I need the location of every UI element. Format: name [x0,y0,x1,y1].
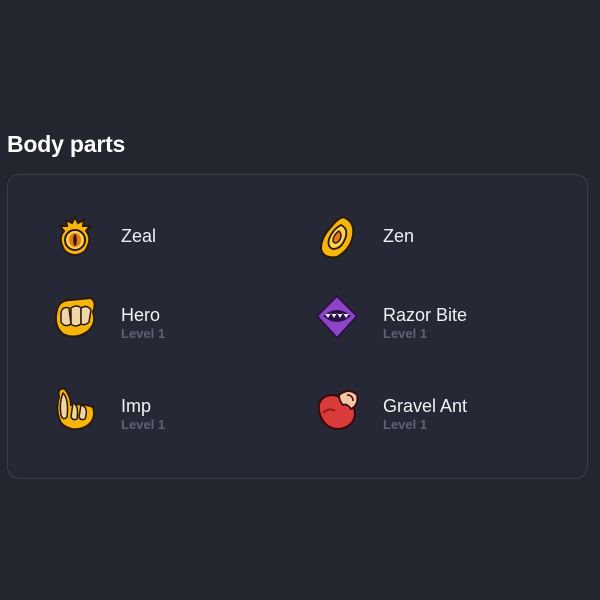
body-part-zeal[interactable]: Zeal [47,211,297,275]
body-part-name: Imp [121,396,152,416]
body-part-name: Gravel Ant [383,396,468,416]
fist-icon [47,290,103,346]
body-part-gravel-ant[interactable]: Gravel Ant Level 1 [309,381,559,445]
body-part-level: Level 1 [383,417,428,432]
claw-icon [309,381,365,437]
horns-icon [47,381,103,437]
body-part-level: Level 1 [121,417,166,432]
gem-eye-icon [309,211,365,267]
body-part-imp[interactable]: Imp Level 1 [47,381,297,445]
body-part-name: Zen [383,226,415,246]
body-part-level: Level 1 [383,326,428,341]
body-part-zen[interactable]: Zen [309,211,559,275]
body-part-name: Razor Bite [383,305,468,325]
body-part-level: Level 1 [121,326,166,341]
body-parts-card: Zeal Zen Hero Level 1 Razor Bite Level 1… [7,174,588,479]
body-part-razor-bite[interactable]: Razor Bite Level 1 [309,290,559,354]
section-title: Body parts [7,131,126,157]
mouth-icon [309,290,365,346]
body-part-name: Hero [121,305,161,325]
body-part-name: Zeal [121,226,157,246]
body-part-hero[interactable]: Hero Level 1 [47,290,297,354]
eye-icon [47,211,103,267]
